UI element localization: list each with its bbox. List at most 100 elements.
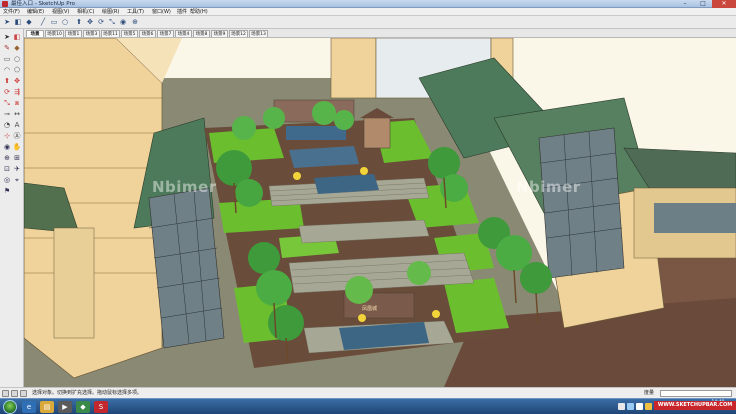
- network-icon[interactable]: [627, 403, 634, 410]
- zoom-extents-icon[interactable]: ⊡: [2, 164, 12, 174]
- tower-building: [330, 38, 377, 99]
- offset-icon[interactable]: ⧈: [12, 98, 22, 108]
- glass-elevator: [538, 127, 625, 279]
- eraser-icon[interactable]: ◧: [13, 17, 23, 27]
- model-scene[interactable]: 凤凰城: [24, 38, 736, 387]
- scale-icon[interactable]: ⤡: [107, 17, 117, 27]
- push-pull-icon[interactable]: ⬆: [2, 76, 12, 86]
- ie-icon[interactable]: e: [22, 401, 36, 413]
- tab-scene-6[interactable]: 场景6: [139, 30, 156, 37]
- position-camera-icon[interactable]: ⚑: [2, 186, 12, 196]
- sketchup-task-icon[interactable]: S: [94, 401, 108, 413]
- circle-icon[interactable]: ○: [12, 54, 22, 64]
- close-button[interactable]: ✕: [712, 0, 736, 8]
- tab-scene-9[interactable]: 场景9: [211, 30, 228, 37]
- arc-icon[interactable]: ◠: [2, 65, 12, 75]
- pavilion-column: [53, 227, 95, 339]
- status-bar: 选择对象。切换到扩充选择。拖动鼠标选择多项。 度量: [0, 387, 736, 398]
- menu-bar: 文件(F) 编辑(E) 视图(V) 相机(C) 绘图(R) 工具(T) 窗口(W…: [0, 8, 736, 16]
- geo-location-icon[interactable]: [2, 390, 9, 397]
- menu-file[interactable]: 文件(F): [3, 8, 20, 16]
- tab-scene-13[interactable]: 场景13: [249, 30, 268, 37]
- orbit-icon[interactable]: ◉: [2, 142, 12, 152]
- tab-scene-12[interactable]: 场景12: [229, 30, 248, 37]
- tab-scene-4[interactable]: 场景4: [175, 30, 192, 37]
- tab-scene-7[interactable]: 场景7: [157, 30, 174, 37]
- 3d-text-icon[interactable]: Ⓐ: [12, 131, 22, 141]
- start-button[interactable]: [3, 400, 17, 414]
- toolbar: ➤ ◧ ◆ ╱ ▭ ○ ⬆ ✥ ⟳ ⤡ ↶ ◉ ⊕: [0, 16, 736, 29]
- app-icon[interactable]: ◆: [76, 401, 90, 413]
- rotate-icon[interactable]: ⟳: [96, 17, 106, 27]
- status-icons: [2, 390, 28, 397]
- pan-icon[interactable]: ✋: [12, 142, 22, 152]
- scale-icon[interactable]: ⤡: [2, 98, 12, 108]
- push-pull-icon[interactable]: ⬆: [74, 17, 84, 27]
- walk-icon[interactable]: ✈: [12, 164, 22, 174]
- measurements-box[interactable]: [660, 390, 732, 397]
- model-viewport[interactable]: 凤凰城 Nbimer Nbimer: [24, 38, 736, 387]
- rectangle-icon[interactable]: ▭: [2, 54, 12, 64]
- tab-scene-8[interactable]: 场景8: [193, 30, 210, 37]
- circle-icon[interactable]: ○: [60, 17, 70, 27]
- tab-scene-11[interactable]: 场景11: [101, 30, 120, 37]
- tab-scene-1[interactable]: 场景1: [65, 30, 82, 37]
- media-icon[interactable]: ▶: [58, 401, 72, 413]
- eraser-icon[interactable]: ◧: [12, 32, 22, 42]
- zoom-icon[interactable]: ⊕: [130, 17, 140, 27]
- protractor-icon[interactable]: ◔: [2, 120, 12, 130]
- section-icon[interactable]: ⌖: [12, 175, 22, 185]
- dimension-icon[interactable]: ↔: [12, 109, 22, 119]
- menu-help[interactable]: 帮助(H): [190, 8, 208, 16]
- menu-view[interactable]: 视图(V): [52, 8, 69, 16]
- window-title: 最佳入口 - SketchUp Pro: [11, 1, 76, 7]
- axes-icon[interactable]: ⊹: [2, 131, 12, 141]
- taskbar: e ▤ ▶ ◆ S 14:49: [0, 398, 736, 414]
- water-pool: [286, 126, 346, 140]
- line-icon[interactable]: ╱: [38, 17, 48, 27]
- select-icon[interactable]: ➤: [2, 32, 12, 42]
- move-icon[interactable]: ✥: [85, 17, 95, 27]
- move-icon[interactable]: ✥: [12, 76, 22, 86]
- tab-scene-3[interactable]: 场景3: [83, 30, 100, 37]
- rotate-icon[interactable]: ⟳: [2, 87, 12, 97]
- plaza-sign: 凤凰城: [362, 305, 377, 312]
- pencil-icon[interactable]: ✎: [2, 43, 12, 53]
- menu-camera[interactable]: 相机(C): [77, 8, 94, 16]
- rectangle-icon[interactable]: ▭: [49, 17, 59, 27]
- menu-window[interactable]: 窗口(W): [152, 8, 171, 16]
- title-bar: 最佳入口 - SketchUp Pro – □ ✕: [0, 0, 736, 8]
- text-icon[interactable]: A: [12, 120, 22, 130]
- zoom-icon[interactable]: ⊕: [2, 153, 12, 163]
- paint-icon[interactable]: ◆: [24, 17, 34, 27]
- look-around-icon[interactable]: ◎: [2, 175, 12, 185]
- paint-icon[interactable]: ◆: [12, 43, 22, 53]
- gate-pavilion: [363, 117, 391, 149]
- watermark: Nbimer: [516, 178, 581, 196]
- folder-icon[interactable]: ▤: [40, 401, 54, 413]
- help-icon[interactable]: [20, 390, 27, 397]
- maximize-button[interactable]: □: [694, 0, 712, 8]
- scene-tab-bar: 场景 场景10 场景1 场景3 场景11 场景5 场景6 场景7 场景4 场景8…: [24, 29, 736, 38]
- watermark: Nbimer: [152, 178, 217, 196]
- tab-scene-5[interactable]: 场景5: [121, 30, 138, 37]
- tab-scene-10[interactable]: 场景10: [45, 30, 64, 37]
- menu-draw[interactable]: 绘图(R): [102, 8, 119, 16]
- follow-me-icon[interactable]: ⇶: [12, 87, 22, 97]
- orbit-icon[interactable]: ◉: [118, 17, 128, 27]
- tape-icon[interactable]: ⊸: [2, 109, 12, 119]
- menu-tools[interactable]: 工具(T): [127, 8, 144, 16]
- tab-scene[interactable]: 场景: [26, 30, 44, 37]
- minimize-button[interactable]: –: [676, 0, 694, 8]
- menu-edit[interactable]: 编辑(E): [27, 8, 44, 16]
- polygon-icon[interactable]: ⬠: [12, 65, 22, 75]
- language-icon[interactable]: [618, 403, 625, 410]
- credits-icon[interactable]: [11, 390, 18, 397]
- right-building-glass: [654, 203, 736, 233]
- volume-icon[interactable]: [636, 403, 643, 410]
- tool-palette: ➤ ◧ ✎ ◆ ▭ ○ ◠ ⬠ ⬆ ✥ ⟳ ⇶ ⤡ ⧈ ⊸ ↔ ◔ A ⊹ Ⓐ …: [0, 29, 24, 387]
- zoom-window-icon[interactable]: ⊞: [12, 153, 22, 163]
- flag-icon[interactable]: [645, 403, 652, 410]
- select-icon[interactable]: ➤: [2, 17, 12, 27]
- menu-plugins[interactable]: 插件: [177, 8, 187, 16]
